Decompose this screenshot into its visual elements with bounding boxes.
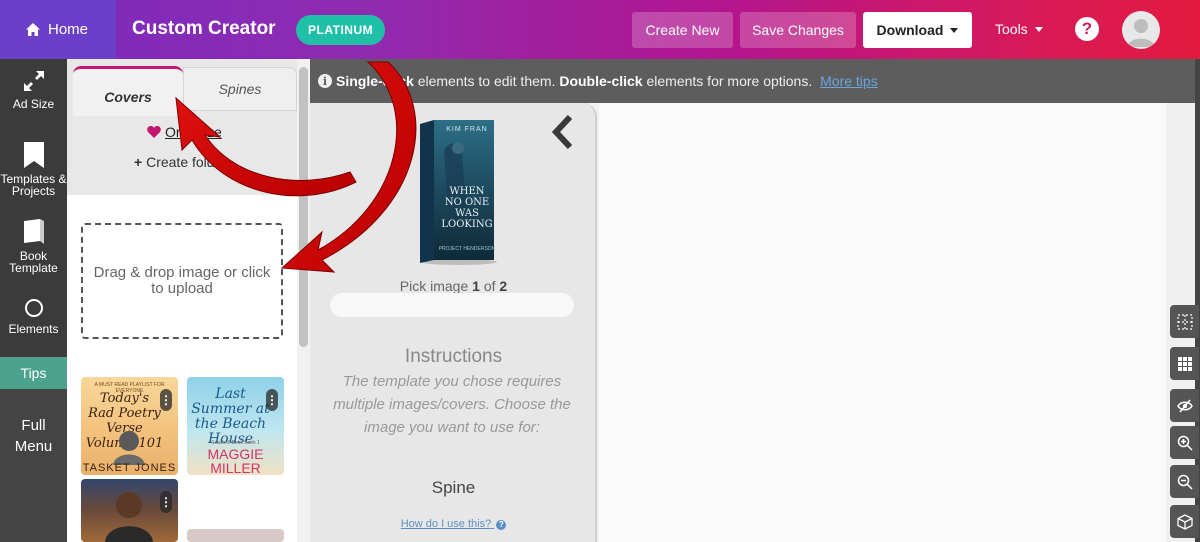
rail-ad-size-label: Ad Size (12, 97, 55, 111)
resize-icon (23, 71, 44, 91)
layout-grid-button[interactable] (1170, 347, 1199, 380)
pick-image-counter: Pick image 1 of 2 (310, 278, 597, 294)
pick-of: of (479, 278, 500, 294)
cover-thumbnail[interactable]: A MUST READ PLAYLIST FOR EVERYONE Today'… (81, 377, 178, 475)
tab-spines[interactable]: Spines (183, 67, 297, 111)
rail-templates[interactable]: Templates & Projects (0, 142, 67, 197)
rail-elements[interactable]: Elements (0, 298, 67, 335)
side-panel: Spines Covers Organize + Create folder D… (67, 59, 310, 542)
chevron-left-icon[interactable] (550, 115, 574, 149)
home-button[interactable]: Home (0, 0, 116, 59)
cover-thumbnail[interactable]: ⋮ (81, 479, 178, 542)
cover-thumbnail[interactable] (187, 529, 284, 542)
cover-thumbnail[interactable]: Last Summer at the Beach House Seashell … (187, 377, 284, 475)
rail-templates-label-2: Projects (11, 184, 56, 198)
more-options-icon[interactable]: ⋮ (266, 389, 278, 411)
rail-book-template[interactable]: Book Template (0, 219, 67, 274)
pick-progress-bar (330, 293, 574, 317)
rail-elements-label: Elements (8, 322, 59, 336)
tools-label: Tools (995, 21, 1028, 37)
grid-icon (1177, 356, 1192, 371)
target-label: Spine (431, 478, 476, 497)
thumbnail-author: MAGGIE MILLER (207, 446, 264, 475)
zoom-out-icon (1177, 474, 1193, 490)
book-series-text: PROJECT HENDERSON (438, 246, 496, 252)
book-icon (23, 219, 44, 244)
plan-badge: PLATINUM (296, 15, 386, 45)
how-to-link[interactable]: How do I use this? ? (310, 518, 597, 530)
help-icon[interactable]: ? (1075, 17, 1099, 41)
rail-book-label-2: Template (9, 261, 58, 275)
how-to-label: How do I use this? (400, 518, 492, 530)
thumbnail-author: TASKET JONES (82, 462, 177, 474)
rail-full-label-2: Menu (14, 438, 53, 455)
pick-total: 2 (499, 278, 508, 294)
info-bar: i Single-click elements to edit them. Do… (310, 59, 1195, 103)
pick-current: 1 (472, 278, 480, 294)
save-changes-button[interactable]: Save Changes (740, 12, 856, 48)
info-icon: i (318, 74, 332, 88)
user-icon (1127, 19, 1155, 47)
tools-menu[interactable]: Tools (995, 21, 1043, 37)
download-label: Download (876, 22, 944, 38)
circle-icon (24, 299, 43, 317)
instructions-body: The template you chose requires multiple… (333, 373, 571, 436)
left-rail: Ad Size Templates & Projects Book Templa… (0, 59, 67, 542)
image-picker-panel: KIM FRAN WHEN NO ONE WAS LOOKING PROJECT… (310, 103, 597, 542)
info-text-4: elements for more options. (642, 73, 817, 89)
plus-icon: + (134, 154, 143, 170)
organize-label: Organize (165, 124, 222, 140)
chevron-down-icon (1034, 26, 1043, 32)
rail-full-label-1: Full (21, 417, 46, 434)
rail-ad-size[interactable]: Ad Size (0, 69, 67, 110)
create-folder-link[interactable]: + Create folder (134, 154, 227, 170)
design-canvas[interactable] (599, 103, 1166, 542)
organize-link[interactable]: Organize (147, 124, 222, 140)
more-options-icon[interactable]: ⋮ (160, 491, 172, 513)
rail-tips[interactable]: Tips (0, 357, 67, 389)
zoom-in-button[interactable] (1170, 426, 1199, 459)
zoom-in-icon (1177, 435, 1193, 451)
book-title-text: WHEN NO ONE WAS LOOKING (441, 186, 493, 230)
heart-icon (147, 126, 161, 138)
zoom-out-button[interactable] (1170, 465, 1199, 498)
info-text-3: Double-click (559, 73, 643, 89)
grid-dashed-icon (1176, 313, 1193, 330)
eye-slash-icon (1176, 399, 1193, 412)
create-new-button[interactable]: Create New (632, 12, 733, 48)
avatar[interactable] (1122, 11, 1160, 49)
home-icon (26, 23, 40, 36)
portrait-image (113, 431, 145, 465)
grid-toggle-button[interactable] (1170, 305, 1199, 338)
upload-dropzone[interactable]: Drag & drop image or click to upload (81, 223, 283, 339)
download-button[interactable]: Download (863, 12, 972, 48)
pick-prefix: Pick image (399, 278, 473, 294)
tab-covers[interactable]: Covers (73, 66, 183, 116)
more-tips-link[interactable]: More tips (820, 73, 878, 89)
preview-button[interactable] (1170, 389, 1199, 422)
question-icon: ? (496, 520, 507, 530)
info-text-1: Single-click (336, 73, 414, 89)
portrait-image (105, 492, 153, 542)
more-options-icon[interactable]: ⋮ (160, 389, 172, 411)
instructions-title: Instructions (404, 346, 503, 367)
bookmark-icon (23, 142, 44, 168)
rail-full-menu[interactable]: Full Menu (0, 389, 67, 542)
home-label: Home (48, 21, 89, 38)
cube-icon (1176, 513, 1193, 530)
book-author-text: KIM FRAN (446, 126, 488, 133)
app-title: Custom Creator (132, 18, 276, 39)
book-preview[interactable]: KIM FRAN WHEN NO ONE WAS LOOKING PROJECT… (414, 120, 498, 266)
info-text-2: elements to edit them. (413, 73, 560, 89)
top-bar: Home Custom Creator PLATINUM Create New … (0, 0, 1200, 59)
create-folder-label: Create folder (146, 154, 228, 170)
chevron-down-icon (950, 27, 959, 33)
3d-view-button[interactable] (1170, 505, 1199, 538)
panel-scrollbar-thumb[interactable] (299, 67, 308, 347)
